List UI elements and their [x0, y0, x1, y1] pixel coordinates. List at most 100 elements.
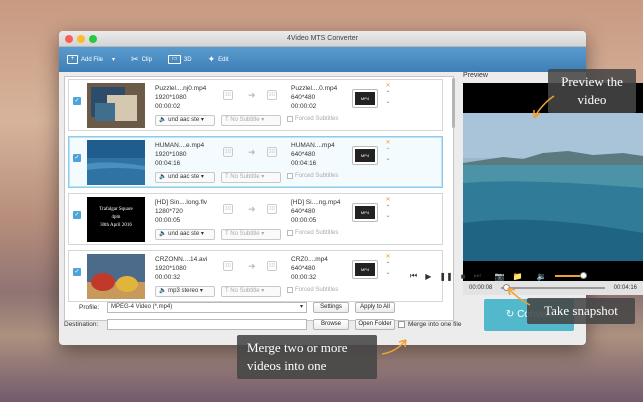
file-row[interactable]: ✓ Trafalgar Square 4pm 30th April 2016 [… — [68, 193, 443, 245]
current-time: 00:00:08 — [469, 285, 493, 291]
file-row[interactable]: ✓ HUMAN....e.mp4 1920*1080 00:04:16 3D ➜… — [68, 136, 443, 188]
output-format-button[interactable]: MP4 — [352, 146, 378, 165]
source-duration: 00:00:02 — [155, 103, 181, 110]
callout-arrow-preview — [533, 95, 555, 119]
subtitle-select[interactable]: T No Subtitle ▾ — [221, 172, 281, 183]
callout-preview: Preview the video — [548, 69, 636, 113]
move-down-icon[interactable]: ⌄ — [384, 155, 392, 163]
source-3d-icon: 3D — [223, 90, 233, 100]
volume-handle[interactable] — [580, 272, 587, 279]
target-resolution: 640*480 — [291, 265, 316, 272]
audio-track-select[interactable]: 🔈 mp3 stereo ▾ — [155, 286, 215, 297]
video-thumbnail — [87, 140, 145, 185]
target-duration: 00:00:32 — [291, 274, 317, 281]
file-row[interactable]: ✓ Puzzlel....nj0.mp4 1920*1080 00:00:02 … — [68, 79, 443, 131]
forced-subtitles-checkbox[interactable]: Forced Subtitles — [287, 116, 338, 122]
target-3d-icon: 3D — [267, 147, 277, 157]
move-up-icon[interactable]: ⌃ — [384, 204, 392, 212]
arrow-right-icon: ➜ — [248, 147, 256, 157]
stop-icon[interactable]: ■ — [461, 272, 466, 281]
apply-to-all-button[interactable]: Apply to All — [355, 302, 395, 313]
profile-label: Profile: — [79, 304, 100, 311]
remove-icon[interactable]: ✕ — [384, 196, 392, 204]
volume-slider[interactable] — [554, 272, 587, 279]
row-checkbox[interactable]: ✓ — [73, 154, 81, 162]
merge-label: Merge into one file — [408, 321, 462, 328]
row-actions: ✕ ⌃ ⌄ — [384, 139, 392, 163]
callout-arrow-snapshot — [507, 287, 531, 306]
merge-checkbox[interactable]: Merge into one file — [398, 321, 461, 328]
source-duration: 00:00:05 — [155, 217, 181, 224]
subtitle-select[interactable]: T No Subtitle ▾ — [221, 115, 281, 126]
file-row[interactable]: ✓ CRZONN....14.avi 1920*1080 00:00:32 3D… — [68, 250, 443, 302]
browse-button[interactable]: Browse — [313, 319, 349, 330]
callout-merge: Merge two or more videos into one — [237, 335, 377, 379]
callout-arrow-merge — [381, 339, 407, 355]
callout-snapshot: Take snapshot — [527, 298, 635, 324]
source-3d-icon: 3D — [223, 147, 233, 157]
source-duration: 00:04:16 — [155, 160, 181, 167]
open-folder-button[interactable]: Open Folder — [355, 319, 395, 330]
source-filename: HUMAN....e.mp4 — [155, 142, 205, 149]
subtitle-select[interactable]: T No Subtitle ▾ — [221, 286, 281, 297]
source-3d-icon: 3D — [223, 204, 233, 214]
source-resolution: 1920*1080 — [155, 265, 187, 272]
target-duration: 00:00:02 — [291, 103, 317, 110]
row-checkbox[interactable]: ✓ — [73, 211, 81, 219]
audio-track-select[interactable]: 🔈 und aac ste ▾ — [155, 172, 215, 183]
row-checkbox[interactable]: ✓ — [73, 268, 81, 276]
arrow-right-icon: ➜ — [248, 261, 256, 271]
row-checkbox[interactable]: ✓ — [73, 97, 81, 105]
destination-field[interactable] — [107, 319, 307, 330]
next-icon[interactable]: ⏭ — [474, 271, 481, 281]
forced-subtitles-checkbox[interactable]: Forced Subtitles — [287, 173, 338, 179]
source-resolution: 1920*1080 — [155, 151, 187, 158]
row-actions: ✕ ⌃ ⌄ — [384, 82, 392, 106]
film-icon: MP4 — [355, 263, 375, 276]
output-format-button[interactable]: MP4 — [352, 260, 378, 279]
target-filename: Puzzlel....0.mp4 — [291, 85, 338, 92]
remove-icon[interactable]: ✕ — [384, 253, 392, 261]
move-down-icon[interactable]: ⌄ — [384, 98, 392, 106]
folder-icon[interactable]: 📁 — [513, 272, 523, 281]
video-thumbnail — [87, 83, 145, 128]
move-down-icon[interactable]: ⌄ — [384, 269, 392, 277]
remove-icon[interactable]: ✕ — [384, 82, 392, 90]
profile-select[interactable]: MPEG-4 Video (*.mp4) ▾ — [107, 302, 307, 313]
output-format-button[interactable]: MP4 — [352, 89, 378, 108]
file-list: ✓ Puzzlel....nj0.mp4 1920*1080 00:00:02 … — [64, 76, 454, 321]
camera-icon[interactable]: 📷 — [495, 272, 505, 281]
target-3d-icon: 3D — [267, 90, 277, 100]
arrow-right-icon: ➜ — [248, 90, 256, 100]
audio-track-select[interactable]: 🔈 und aac ste ▾ — [155, 229, 215, 240]
film-icon: MP4 — [355, 149, 375, 162]
play-icon[interactable]: ▶ — [425, 272, 431, 281]
thumbnail-caption-line: Trafalgar Square — [99, 207, 133, 212]
move-up-icon[interactable]: ⌃ — [384, 147, 392, 155]
target-duration: 00:00:05 — [291, 217, 317, 224]
source-resolution: 1280*720 — [155, 208, 183, 215]
source-3d-icon: 3D — [223, 261, 233, 271]
forced-subtitles-checkbox[interactable]: Forced Subtitles — [287, 287, 338, 293]
remove-icon[interactable]: ✕ — [384, 139, 392, 147]
target-filename: CRZ0....mp4 — [291, 256, 328, 263]
move-up-icon[interactable]: ⌃ — [384, 261, 392, 269]
settings-button[interactable]: Settings — [313, 302, 349, 313]
output-format-button[interactable]: MP4 — [352, 203, 378, 222]
target-3d-icon: 3D — [267, 204, 277, 214]
target-3d-icon: 3D — [267, 261, 277, 271]
move-down-icon[interactable]: ⌄ — [384, 212, 392, 220]
chevron-down-icon: ▾ — [299, 304, 303, 310]
move-up-icon[interactable]: ⌃ — [384, 90, 392, 98]
audio-track-select[interactable]: 🔈 und aac ste ▾ — [155, 115, 215, 126]
volume-icon[interactable]: 🔉 — [537, 272, 547, 281]
video-thumbnail: Trafalgar Square 4pm 30th April 2016 — [87, 197, 145, 242]
row-actions: ✕ ⌃ ⌄ — [384, 253, 392, 277]
film-icon: MP4 — [355, 206, 375, 219]
pause-icon[interactable]: ❚❚ — [439, 272, 452, 281]
previous-icon[interactable]: ⏮ — [410, 271, 417, 281]
convert-icon: ↻ — [505, 309, 515, 320]
forced-subtitles-checkbox[interactable]: Forced Subtitles — [287, 230, 338, 236]
subtitle-select[interactable]: T No Subtitle ▾ — [221, 229, 281, 240]
film-icon: MP4 — [355, 92, 375, 105]
